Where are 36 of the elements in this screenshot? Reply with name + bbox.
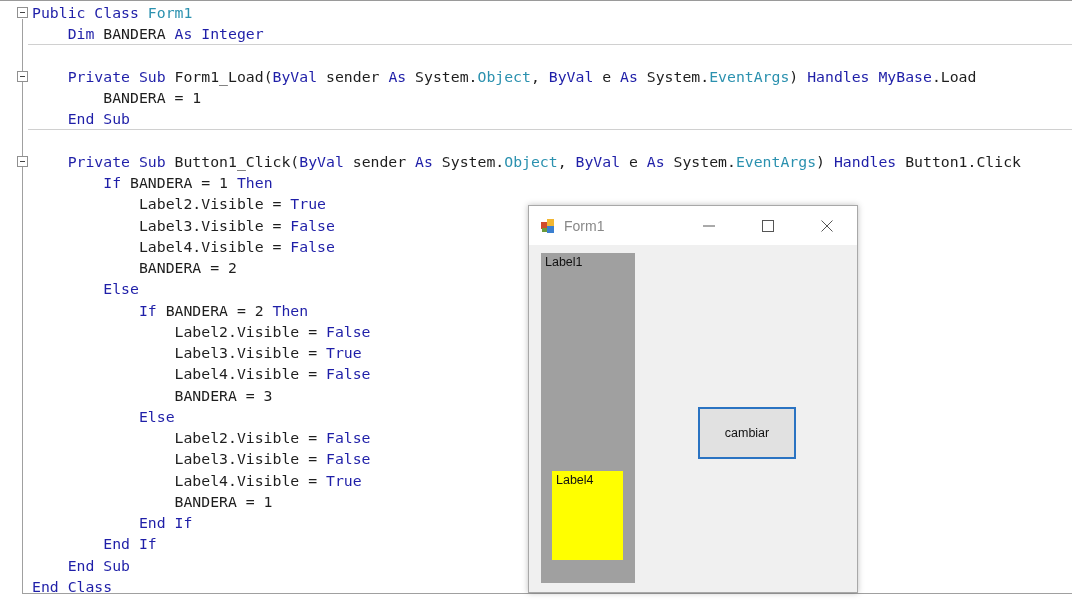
code-line: Dim BANDERA As Integer: [66, 24, 264, 45]
label-text: Label4: [556, 473, 594, 487]
code-line: Label2.Visible = False: [173, 321, 371, 342]
code-line: End If: [102, 534, 157, 555]
label-text: Label1: [545, 255, 583, 269]
code-line: BANDERA = 1: [102, 88, 202, 109]
code-line: BANDERA = 1: [173, 491, 273, 512]
window-title: Form1: [564, 217, 606, 234]
code-line: End If: [137, 513, 193, 534]
code-line: Label4.Visible = True: [173, 470, 362, 491]
code-line: Public Class Form1: [32, 3, 193, 24]
collapse-icon[interactable]: [17, 70, 28, 82]
collapse-icon[interactable]: [17, 155, 28, 167]
close-icon[interactable]: [821, 219, 833, 232]
code-line: Label2.Visible = False: [173, 428, 371, 449]
code-line: Private Sub Button1_Click(ByVal sender As System.Object, ByVal e As System.EventArgs) Handles Button1.Click: [66, 151, 1021, 172]
code-line: If BANDERA = 2 Then: [137, 300, 309, 321]
code-line: Label4.Visible = False: [173, 364, 371, 385]
code-line: End Sub: [66, 555, 130, 576]
code-line: End Sub: [66, 109, 130, 130]
code-line: Label3.Visible = False: [173, 449, 371, 470]
code-line: Label3.Visible = False: [137, 215, 335, 236]
code-line: Else: [102, 279, 139, 300]
code-line: Else: [137, 406, 175, 427]
code-line: BANDERA = 2: [137, 258, 237, 279]
collapse-icon[interactable]: [17, 7, 28, 18]
code-line: Label3.Visible = True: [173, 343, 362, 364]
cambiar-button[interactable]: cambiar: [698, 407, 796, 459]
code-line: Label2.Visible = True: [137, 194, 326, 215]
code-line: If BANDERA = 1 Then: [102, 173, 273, 194]
code-line: BANDERA = 3: [173, 385, 273, 406]
code-line: Label4.Visible = False: [137, 236, 335, 257]
code-line: Private Sub Form1_Load(ByVal sender As System.Object, ByVal e As System.EventArgs) Handles MyBase.Load: [66, 66, 977, 87]
form-icon: [540, 217, 556, 234]
code-line: End Class: [32, 576, 113, 597]
maximize-icon[interactable]: [762, 219, 774, 232]
